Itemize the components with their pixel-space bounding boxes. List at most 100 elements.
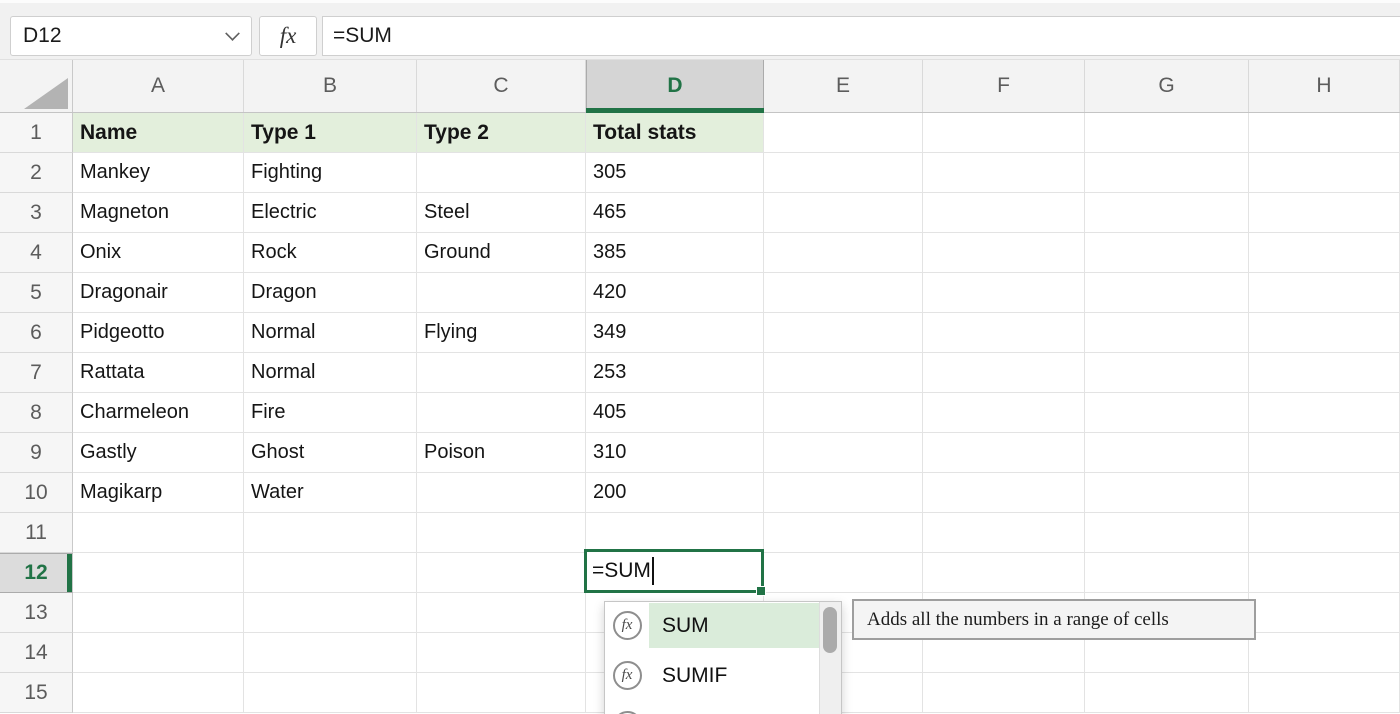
cell-A2[interactable]: Mankey xyxy=(73,153,244,193)
cell-D6[interactable]: 349 xyxy=(586,313,764,353)
cell-G4[interactable] xyxy=(1085,233,1249,273)
cell-D11[interactable] xyxy=(586,513,764,553)
row-header-15[interactable]: 15 xyxy=(0,673,73,713)
select-all-button[interactable] xyxy=(0,60,73,112)
cell-C7[interactable] xyxy=(417,353,586,393)
cell-C11[interactable] xyxy=(417,513,586,553)
row-header-12[interactable]: 12 xyxy=(0,553,73,593)
cell-G11[interactable] xyxy=(1085,513,1249,553)
cell-F3[interactable] xyxy=(923,193,1085,233)
cell-F12[interactable] xyxy=(923,553,1085,593)
cell-E4[interactable] xyxy=(764,233,923,273)
cell-H13[interactable] xyxy=(1249,593,1400,633)
row-header-9[interactable]: 9 xyxy=(0,433,73,473)
cell-A1[interactable]: Name xyxy=(73,113,244,153)
cell-G2[interactable] xyxy=(1085,153,1249,193)
autocomplete-item-sumif[interactable]: fxSUMIF xyxy=(605,653,841,698)
cell-E12[interactable] xyxy=(764,553,923,593)
row-header-6[interactable]: 6 xyxy=(0,313,73,353)
cell-H4[interactable] xyxy=(1249,233,1400,273)
cell-A4[interactable]: Onix xyxy=(73,233,244,273)
cell-C14[interactable] xyxy=(417,633,586,673)
cell-C8[interactable] xyxy=(417,393,586,433)
cell-B7[interactable]: Normal xyxy=(244,353,417,393)
cell-H6[interactable] xyxy=(1249,313,1400,353)
cell-F1[interactable] xyxy=(923,113,1085,153)
cell-H3[interactable] xyxy=(1249,193,1400,233)
cell-H5[interactable] xyxy=(1249,273,1400,313)
cell-H2[interactable] xyxy=(1249,153,1400,193)
dropdown-scrollbar[interactable] xyxy=(819,602,841,714)
cell-E3[interactable] xyxy=(764,193,923,233)
cell-B1[interactable]: Type 1 xyxy=(244,113,417,153)
cell-C2[interactable] xyxy=(417,153,586,193)
cell-C4[interactable]: Ground xyxy=(417,233,586,273)
row-header-10[interactable]: 10 xyxy=(0,473,73,513)
cell-A8[interactable]: Charmeleon xyxy=(73,393,244,433)
cell-D4[interactable]: 385 xyxy=(586,233,764,273)
cell-B2[interactable]: Fighting xyxy=(244,153,417,193)
cell-D2[interactable]: 305 xyxy=(586,153,764,193)
insert-function-button[interactable]: fx xyxy=(259,16,317,56)
cell-E7[interactable] xyxy=(764,353,923,393)
cell-G5[interactable] xyxy=(1085,273,1249,313)
cell-F10[interactable] xyxy=(923,473,1085,513)
fill-handle[interactable] xyxy=(756,586,766,596)
cell-A9[interactable]: Gastly xyxy=(73,433,244,473)
cell-G9[interactable] xyxy=(1085,433,1249,473)
cell-E1[interactable] xyxy=(764,113,923,153)
row-header-7[interactable]: 7 xyxy=(0,353,73,393)
cell-F8[interactable] xyxy=(923,393,1085,433)
column-header-B[interactable]: B xyxy=(244,60,417,112)
cell-B9[interactable]: Ghost xyxy=(244,433,417,473)
cell-D1[interactable]: Total stats xyxy=(586,113,764,153)
cell-A14[interactable] xyxy=(73,633,244,673)
cell-B12[interactable] xyxy=(244,553,417,593)
cell-F11[interactable] xyxy=(923,513,1085,553)
cell-H9[interactable] xyxy=(1249,433,1400,473)
column-header-A[interactable]: A xyxy=(73,60,244,112)
name-box[interactable]: D12 xyxy=(10,16,252,56)
column-header-E[interactable]: E xyxy=(764,60,923,112)
row-header-11[interactable]: 11 xyxy=(0,513,73,553)
row-header-2[interactable]: 2 xyxy=(0,153,73,193)
cell-D8[interactable]: 405 xyxy=(586,393,764,433)
chevron-down-icon[interactable] xyxy=(225,26,240,41)
cell-C5[interactable] xyxy=(417,273,586,313)
cell-G6[interactable] xyxy=(1085,313,1249,353)
cell-C3[interactable]: Steel xyxy=(417,193,586,233)
row-header-4[interactable]: 4 xyxy=(0,233,73,273)
cell-B6[interactable]: Normal xyxy=(244,313,417,353)
cell-B8[interactable]: Fire xyxy=(244,393,417,433)
cell-G12[interactable] xyxy=(1085,553,1249,593)
column-header-C[interactable]: C xyxy=(417,60,586,112)
column-header-H[interactable]: H xyxy=(1249,60,1400,112)
cell-G10[interactable] xyxy=(1085,473,1249,513)
cell-A15[interactable] xyxy=(73,673,244,713)
cell-F15[interactable] xyxy=(923,673,1085,713)
cell-D7[interactable]: 253 xyxy=(586,353,764,393)
cell-E10[interactable] xyxy=(764,473,923,513)
cell-H15[interactable] xyxy=(1249,673,1400,713)
active-cell-editor[interactable]: =SUM xyxy=(584,549,764,593)
cell-A7[interactable]: Rattata xyxy=(73,353,244,393)
cell-G8[interactable] xyxy=(1085,393,1249,433)
autocomplete-item-sum[interactable]: fxSUM xyxy=(605,603,841,648)
cell-A10[interactable]: Magikarp xyxy=(73,473,244,513)
row-header-1[interactable]: 1 xyxy=(0,113,73,153)
cell-B5[interactable]: Dragon xyxy=(244,273,417,313)
cell-C10[interactable] xyxy=(417,473,586,513)
column-header-G[interactable]: G xyxy=(1085,60,1249,112)
cell-H11[interactable] xyxy=(1249,513,1400,553)
row-header-3[interactable]: 3 xyxy=(0,193,73,233)
cell-B4[interactable]: Rock xyxy=(244,233,417,273)
cell-E11[interactable] xyxy=(764,513,923,553)
cell-G3[interactable] xyxy=(1085,193,1249,233)
cell-C12[interactable] xyxy=(417,553,586,593)
cell-D3[interactable]: 465 xyxy=(586,193,764,233)
cell-H1[interactable] xyxy=(1249,113,1400,153)
cell-F9[interactable] xyxy=(923,433,1085,473)
cell-C6[interactable]: Flying xyxy=(417,313,586,353)
cell-E9[interactable] xyxy=(764,433,923,473)
cell-C9[interactable]: Poison xyxy=(417,433,586,473)
